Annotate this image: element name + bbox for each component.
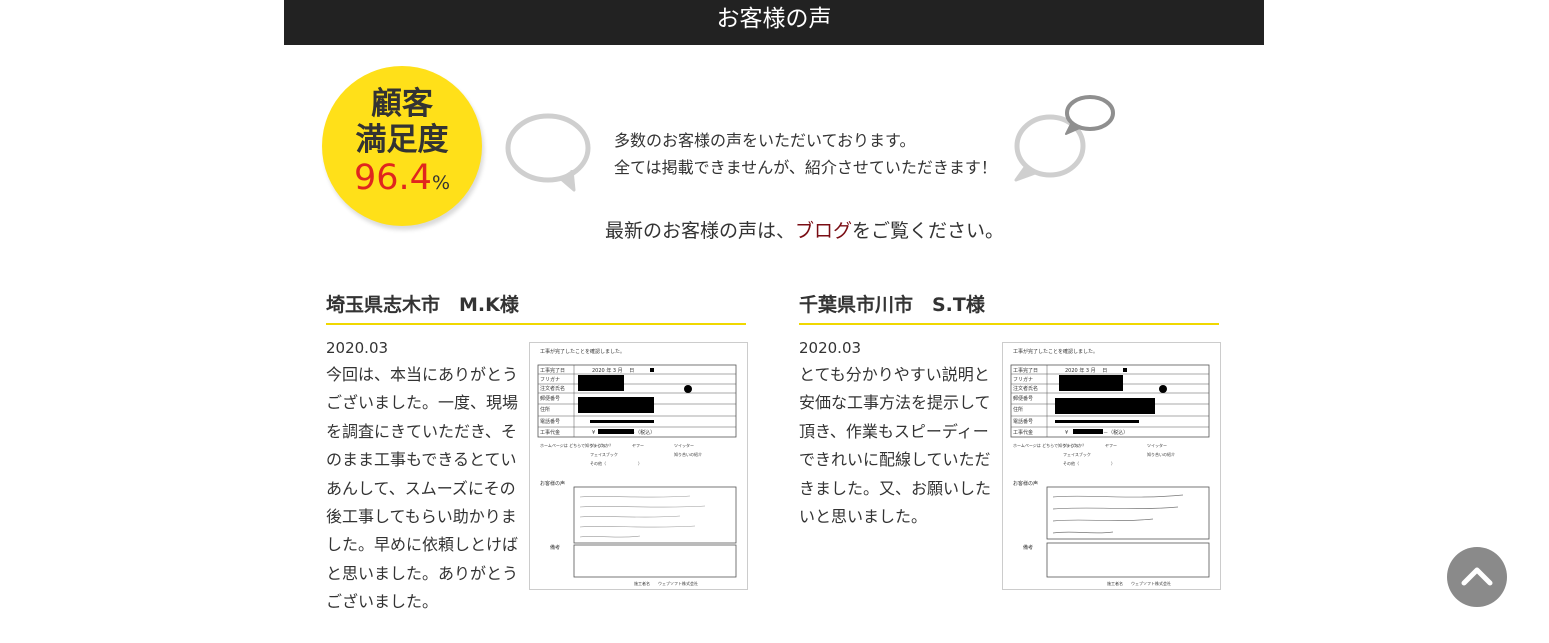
form-voice-label: お客様の声 bbox=[1013, 480, 1038, 487]
form-heading: 工事が完了したことを確認しました。 bbox=[540, 348, 625, 355]
form-source-google: グーグル bbox=[1063, 442, 1079, 448]
latest-reviews-line: 最新のお客様の声は、ブログをご覧ください。 bbox=[605, 216, 1004, 243]
form-source-twitter: ツイッター bbox=[674, 442, 694, 448]
form-label-price: 工事代金 bbox=[540, 429, 560, 436]
form-source-twitter: ツイッター bbox=[1147, 442, 1167, 448]
form-note-label: 備考 bbox=[1023, 544, 1033, 551]
review-card: 埼玉県志木市 M.K様 2020.03 今回は、本当にありがとうございました。一… bbox=[326, 290, 748, 611]
form-label-name: 注文者氏名 bbox=[1013, 385, 1038, 392]
satisfaction-badge: 顧客 満足度 96.4% bbox=[322, 66, 482, 226]
review-text: とても分かりやすい説明と安価な工事方法を提示して頂き、作業もスピーディーできれい… bbox=[799, 365, 992, 527]
latest-prefix: 最新のお客様の声は、 bbox=[605, 220, 796, 242]
review-date: 2020.03 bbox=[799, 339, 862, 357]
badge-percent-row: 96.4% bbox=[322, 160, 482, 202]
chevron-up-icon bbox=[1461, 567, 1493, 586]
form-date-value: 2020 年 3 月 日 bbox=[1065, 367, 1107, 374]
double-speech-bubble-icon bbox=[1014, 95, 1115, 182]
section-header: お客様の声 bbox=[284, 0, 1264, 45]
form-label-address: 住所 bbox=[540, 406, 550, 413]
form-label-zip: 郵便番号 bbox=[1013, 395, 1033, 402]
badge-line2: 満足度 bbox=[355, 122, 449, 158]
form-footer: 施工者名 ウェブソフト株式会社 bbox=[634, 580, 698, 586]
review-text: 今回は、本当にありがとうございました。一度、現場を調査にきていただき、そのまま工… bbox=[326, 365, 519, 612]
latest-suffix: をご覧ください。 bbox=[852, 220, 1005, 242]
form-source-other: その他（ ） bbox=[1063, 460, 1115, 466]
blog-link[interactable]: ブログ bbox=[795, 220, 852, 242]
review-date: 2020.03 bbox=[326, 339, 389, 357]
form-date-value: 2020 年 3 月 日 bbox=[592, 367, 634, 374]
speech-bubble-icon bbox=[505, 113, 591, 192]
form-source-other: その他（ ） bbox=[590, 460, 642, 466]
form-source-yahoo: ヤフー bbox=[632, 443, 644, 448]
form-label-date: 工事完了日 bbox=[1013, 367, 1038, 374]
form-label-date: 工事完了日 bbox=[540, 367, 565, 374]
form-source-friend: 知り合いの紹介 bbox=[1147, 451, 1175, 457]
form-heading: 工事が完了したことを確認しました。 bbox=[1013, 348, 1098, 355]
form-label-phone: 電話番号 bbox=[1013, 418, 1033, 425]
form-label-name: 注文者氏名 bbox=[540, 385, 565, 392]
review-card: 千葉県市川市 S.T様 2020.03 とても分かりやすい説明と安価な工事方法を… bbox=[799, 290, 1221, 590]
form-source-facebook: フェイスブック bbox=[590, 451, 618, 457]
form-source-google: グーグル bbox=[590, 442, 606, 448]
badge-line1: 顧客 bbox=[371, 86, 433, 122]
review-title: 埼玉県志木市 M.K様 bbox=[326, 290, 746, 325]
form-label-address: 住所 bbox=[1013, 406, 1023, 413]
form-label-zip: 郵便番号 bbox=[540, 395, 560, 402]
form-label-kana: フリガナ bbox=[540, 376, 560, 383]
form-source-friend: 知り合いの紹介 bbox=[674, 451, 702, 457]
badge-unit: % bbox=[431, 172, 450, 194]
scroll-to-top-button[interactable] bbox=[1447, 547, 1507, 607]
intro-line1: 多数のお客様の声をいただいております。 bbox=[614, 131, 916, 150]
intro-text: 多数のお客様の声をいただいております。 全ては掲載できませんが、紹介させていただ… bbox=[614, 127, 997, 181]
section-title: お客様の声 bbox=[716, 6, 832, 32]
form-footer: 施工者名 ウェブソフト株式会社 bbox=[1107, 580, 1171, 586]
badge-percent: 96.4 bbox=[354, 158, 432, 198]
form-source-yahoo: ヤフー bbox=[1105, 443, 1117, 448]
form-note-label: 備考 bbox=[550, 544, 560, 551]
form-source-facebook: フェイスブック bbox=[1063, 451, 1091, 457]
intro-line2: 全ては掲載できませんが、紹介させていただきます！ bbox=[614, 158, 997, 177]
review-title: 千葉県市川市 S.T様 bbox=[799, 290, 1219, 325]
form-label-phone: 電話番号 bbox=[540, 418, 560, 425]
form-label-price: 工事代金 bbox=[1013, 429, 1033, 436]
form-voice-label: お客様の声 bbox=[540, 480, 565, 487]
form-label-kana: フリガナ bbox=[1013, 376, 1033, 383]
customer-feedback-form-image[interactable]: 工事が完了したことを確認しました。 工事完了日 フリガナ 注文者氏名 郵便番号 … bbox=[529, 342, 748, 590]
customer-feedback-form-image[interactable]: 工事が完了したことを確認しました。 工事完了日 フリガナ 注文者氏名 郵便番号 … bbox=[1002, 342, 1221, 590]
